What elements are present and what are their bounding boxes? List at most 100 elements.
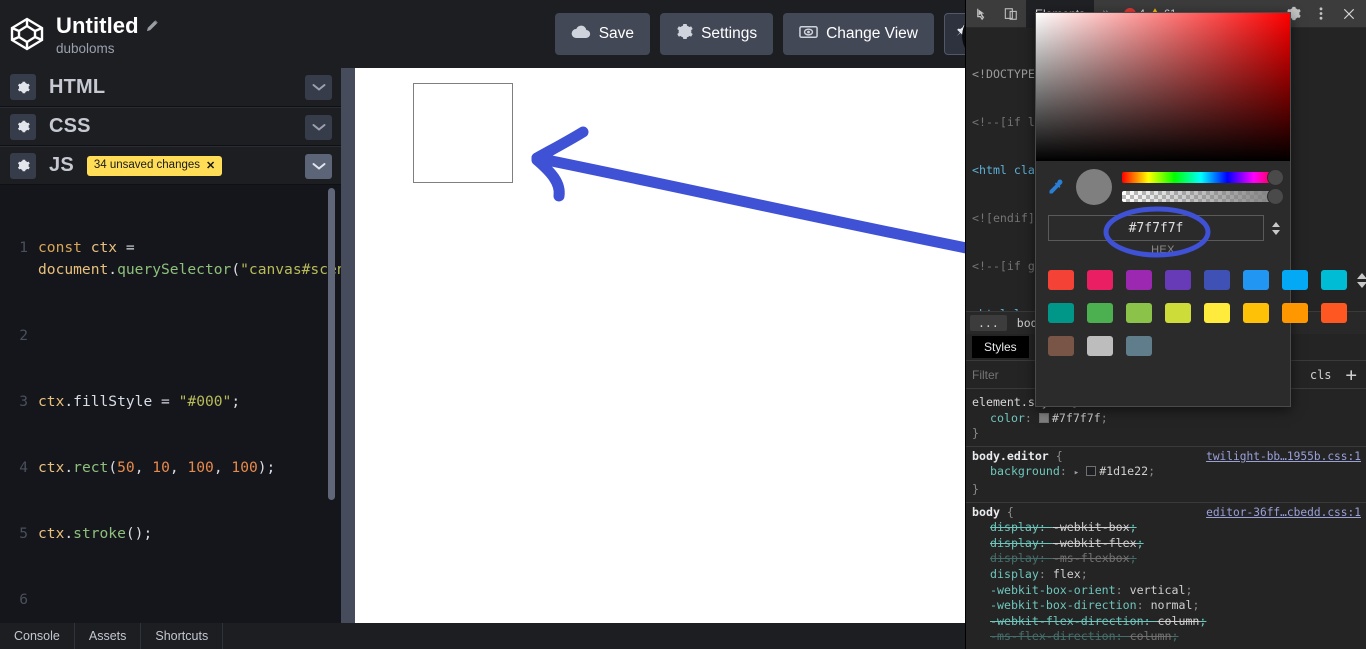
declaration-property[interactable]: color	[972, 411, 1025, 427]
declaration-value[interactable]: -ms-flexbox	[1053, 551, 1130, 565]
palette-swatch[interactable]	[1087, 303, 1113, 323]
declaration-value[interactable]: normal	[1151, 598, 1193, 612]
palette-swatch[interactable]	[1048, 270, 1074, 290]
declaration-property[interactable]: display	[972, 551, 1039, 567]
palette-swatch[interactable]	[1087, 270, 1113, 290]
palette-swatch[interactable]	[1243, 270, 1269, 290]
unsaved-changes-badge[interactable]: 34 unsaved changes ✕	[86, 155, 223, 176]
declaration-value[interactable]: vertical	[1130, 583, 1186, 597]
format-spinner-icon[interactable]	[1272, 221, 1280, 235]
preview-iframe[interactable]	[355, 68, 971, 623]
cube-logo-icon[interactable]	[10, 17, 44, 51]
hue-slider[interactable]	[1122, 169, 1284, 186]
declaration-property[interactable]: -webkit-box-orient	[972, 583, 1116, 599]
stylesheet-source-link[interactable]: editor-36ff…cbedd.css:1	[1206, 505, 1361, 521]
tab-styles[interactable]: Styles	[972, 336, 1029, 358]
declaration[interactable]: color: #7f7f7f;	[972, 411, 1366, 427]
palette-swatch[interactable]	[1126, 303, 1152, 323]
kebab-menu-icon[interactable]	[1308, 2, 1334, 26]
style-rule[interactable]: twilight-bb…1955b.css:1 body.editor { ba…	[966, 447, 1366, 503]
declaration[interactable]: -ms-flex-direction: column;	[972, 629, 1366, 645]
palette-swatch[interactable]	[1282, 270, 1308, 290]
console-tab[interactable]: Console	[0, 623, 75, 649]
declaration-value[interactable]: #7f7f7f	[1052, 411, 1101, 425]
color-picker[interactable]: HEX	[1035, 12, 1366, 407]
save-button[interactable]: Save	[554, 13, 651, 55]
page-title[interactable]: Untitled	[56, 13, 139, 39]
palette-swatch[interactable]	[1126, 336, 1152, 356]
inspect-element-icon[interactable]	[970, 2, 996, 26]
hue-slider-knob[interactable]	[1267, 169, 1284, 186]
declaration[interactable]: background: ▸ #1d1e22;	[972, 464, 1366, 482]
gear-icon[interactable]	[10, 152, 36, 179]
settings-button[interactable]: Settings	[660, 13, 774, 55]
palette-swatch[interactable]	[1204, 303, 1230, 323]
shortcuts-tab[interactable]: Shortcuts	[141, 623, 224, 649]
declaration[interactable]: display: flex;	[972, 567, 1366, 583]
column-resize-handle[interactable]	[341, 68, 355, 623]
declaration-value[interactable]: -webkit-box	[1053, 520, 1130, 534]
assets-tab[interactable]: Assets	[75, 623, 142, 649]
palette-swatch[interactable]	[1126, 270, 1152, 290]
declaration-property[interactable]: -webkit-flex-direction	[972, 614, 1144, 630]
palette-swatch[interactable]	[1204, 270, 1230, 290]
declaration[interactable]: display: -ms-flexbox;	[972, 551, 1366, 567]
code-content[interactable]: 1 const ctx = document.querySelector("can…	[0, 185, 341, 623]
palette-swatch[interactable]	[1321, 303, 1347, 323]
palette-swatch[interactable]	[1243, 303, 1269, 323]
declaration[interactable]: -webkit-flex-direction: column;	[972, 614, 1366, 630]
hex-input[interactable]	[1048, 215, 1264, 241]
declaration[interactable]: display: -webkit-flex;	[972, 536, 1366, 552]
palette-swatch[interactable]	[1048, 336, 1074, 356]
saturation-value-area[interactable]	[1036, 13, 1290, 161]
declaration-property[interactable]: display	[972, 536, 1039, 552]
declaration-value[interactable]: flex	[1053, 567, 1081, 581]
pane-header-html[interactable]: HTML	[0, 68, 341, 107]
declaration-property[interactable]: background	[972, 464, 1060, 480]
editor-scrollbar[interactable]	[328, 188, 335, 500]
pane-header-js[interactable]: JS 34 unsaved changes ✕	[0, 146, 341, 185]
eyedropper-icon[interactable]	[1044, 174, 1066, 200]
alpha-slider[interactable]	[1122, 188, 1284, 205]
color-swatch[interactable]	[1086, 466, 1097, 477]
breadcrumb-ellipsis[interactable]: ...	[970, 315, 1007, 331]
palette-spinner-icon[interactable]	[1357, 273, 1366, 288]
palette-swatch[interactable]	[1165, 303, 1191, 323]
declaration-value[interactable]: column	[1158, 614, 1200, 628]
change-view-button[interactable]: Change View	[783, 13, 934, 55]
chevron-down-icon[interactable]	[305, 115, 332, 140]
pencil-icon[interactable]	[146, 19, 159, 32]
styles-pane[interactable]: element.style { color: #7f7f7f; } twilig…	[966, 389, 1366, 649]
palette-swatch[interactable]	[1321, 270, 1347, 290]
declaration-value[interactable]: column	[1130, 629, 1172, 643]
chevron-down-icon[interactable]	[305, 75, 332, 100]
close-icon[interactable]	[1336, 2, 1362, 26]
color-swatch[interactable]	[1038, 412, 1049, 423]
device-toolbar-icon[interactable]	[998, 2, 1024, 26]
js-code-editor[interactable]: 1 const ctx = document.querySelector("can…	[0, 185, 341, 623]
class-filter-button[interactable]: cls	[1306, 368, 1336, 382]
pen-owner[interactable]: duboloms	[56, 41, 159, 56]
pane-header-css[interactable]: CSS	[0, 107, 341, 146]
gear-icon[interactable]	[10, 74, 36, 100]
declaration-value[interactable]: #1d1e22	[1099, 464, 1148, 478]
declaration-property[interactable]: display	[972, 520, 1039, 536]
declaration[interactable]: -webkit-box-orient: vertical;	[972, 583, 1366, 599]
declaration-value[interactable]: -webkit-flex	[1053, 536, 1137, 550]
alpha-slider-knob[interactable]	[1267, 188, 1284, 205]
new-style-rule-button[interactable]: +	[1342, 365, 1361, 384]
declaration-property[interactable]: display	[972, 567, 1039, 583]
palette-swatch[interactable]	[1282, 303, 1308, 323]
rule-selector[interactable]: body	[972, 505, 1000, 519]
declaration-property[interactable]: -ms-flex-direction	[972, 629, 1116, 645]
close-icon[interactable]: ✕	[206, 159, 215, 172]
chevron-down-icon[interactable]	[305, 154, 332, 179]
stylesheet-source-link[interactable]: twilight-bb…1955b.css:1	[1206, 449, 1361, 465]
declaration-property[interactable]: -webkit-box-direction	[972, 598, 1137, 614]
palette-swatch[interactable]	[1048, 303, 1074, 323]
declaration[interactable]: display: -webkit-box;	[972, 520, 1366, 536]
style-rule[interactable]: editor-36ff…cbedd.css:1 body { display: …	[966, 503, 1366, 649]
palette-swatch[interactable]	[1165, 270, 1191, 290]
expand-shorthand-icon[interactable]: ▸	[1074, 468, 1079, 478]
color-preview-swatch[interactable]	[1076, 169, 1112, 205]
